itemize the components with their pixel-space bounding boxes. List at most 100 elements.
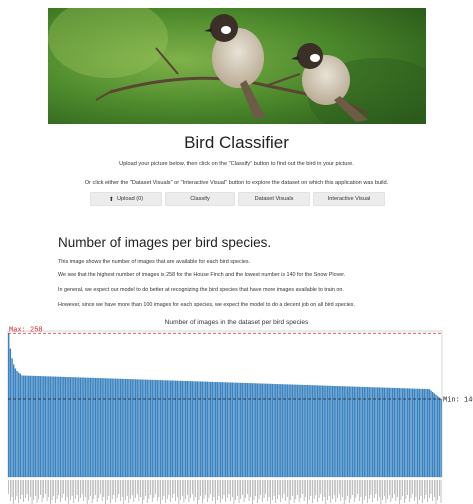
page-title: Bird Classifier	[184, 133, 289, 152]
max-label: Max: 258	[9, 327, 43, 335]
bar	[101, 378, 103, 477]
action-toolbar: ⬆ Upload (0) Classify Dataset Visuals In…	[90, 192, 390, 206]
bar	[69, 377, 72, 477]
bar	[73, 377, 75, 477]
bar	[230, 382, 232, 477]
bar	[358, 386, 360, 477]
bar	[328, 385, 330, 477]
bar	[350, 386, 352, 477]
upload-button[interactable]: ⬆ Upload (0)	[90, 192, 162, 206]
bar	[421, 388, 424, 477]
bar-chart: Max: 258 Min: 140	[7, 327, 473, 504]
bar	[306, 385, 309, 477]
bar	[296, 384, 299, 477]
bar	[341, 386, 344, 477]
bar	[268, 383, 270, 477]
bar	[336, 386, 339, 477]
bar	[96, 377, 98, 477]
bar	[121, 378, 123, 477]
bar	[331, 385, 334, 477]
bar	[385, 387, 387, 477]
bar	[14, 368, 17, 477]
bar	[11, 358, 13, 477]
bar	[114, 378, 117, 477]
bar	[88, 377, 90, 477]
bar	[84, 377, 87, 477]
bar	[228, 382, 230, 477]
bar	[261, 383, 264, 477]
bar	[208, 381, 210, 477]
intro-text-1: Upload your picture below, then click on…	[119, 161, 354, 167]
dataset-visuals-button[interactable]: Dataset Visuals	[238, 192, 310, 206]
section-paragraph: This image shows the number of images th…	[58, 259, 251, 265]
bar	[431, 391, 434, 477]
bar	[81, 377, 83, 477]
bar	[136, 379, 138, 477]
bar	[153, 379, 155, 477]
bar	[168, 380, 170, 477]
bar	[288, 384, 290, 477]
bar	[91, 377, 93, 477]
bar	[351, 386, 354, 477]
bar	[366, 387, 369, 477]
bar	[353, 386, 355, 477]
bar	[169, 380, 172, 477]
bar	[68, 377, 70, 477]
bar	[293, 384, 295, 477]
bar	[181, 380, 184, 477]
bar	[34, 375, 37, 477]
interactive-visual-button[interactable]: Interactive Visual	[313, 192, 385, 206]
bar	[356, 386, 359, 477]
bar	[416, 388, 419, 477]
bar	[36, 375, 38, 477]
bar	[201, 381, 204, 477]
bar	[348, 386, 350, 477]
bar	[173, 380, 175, 477]
bar	[18, 372, 20, 477]
bar	[218, 382, 220, 477]
bar	[139, 379, 142, 477]
bar	[388, 387, 390, 477]
bar	[403, 388, 406, 477]
bar	[291, 384, 294, 477]
bar	[370, 387, 372, 477]
bar	[128, 379, 130, 477]
section-paragraph: We see that the highest number of images…	[58, 272, 346, 278]
bar	[8, 333, 10, 477]
bar	[420, 388, 422, 477]
bar	[383, 387, 385, 477]
bar	[179, 380, 182, 477]
bar	[225, 382, 227, 477]
bar	[390, 387, 392, 477]
bar	[64, 376, 67, 477]
bar	[116, 378, 118, 477]
classify-button[interactable]: Classify	[165, 192, 235, 206]
bar	[131, 379, 133, 477]
bar	[250, 383, 252, 477]
bar	[189, 381, 192, 477]
bar	[28, 375, 30, 477]
bar	[108, 378, 110, 477]
bar	[156, 380, 158, 477]
bar	[286, 384, 289, 477]
bar	[16, 371, 18, 477]
bar	[203, 381, 205, 477]
bar	[51, 376, 53, 477]
bar	[295, 384, 297, 477]
bar	[53, 376, 55, 477]
bar	[123, 378, 125, 477]
x-tick-labels	[8, 480, 442, 504]
bar	[376, 387, 379, 477]
bar	[216, 382, 219, 477]
bar	[159, 380, 162, 477]
bar	[361, 386, 364, 477]
bar	[166, 380, 168, 477]
bar	[161, 380, 163, 477]
section-paragraph: However, since we have more than 100 ima…	[58, 302, 355, 308]
bar	[23, 375, 25, 477]
bar	[233, 382, 235, 477]
min-label: Min: 140	[443, 396, 473, 404]
bar	[326, 385, 329, 477]
bar	[238, 382, 240, 477]
bar	[371, 387, 374, 477]
